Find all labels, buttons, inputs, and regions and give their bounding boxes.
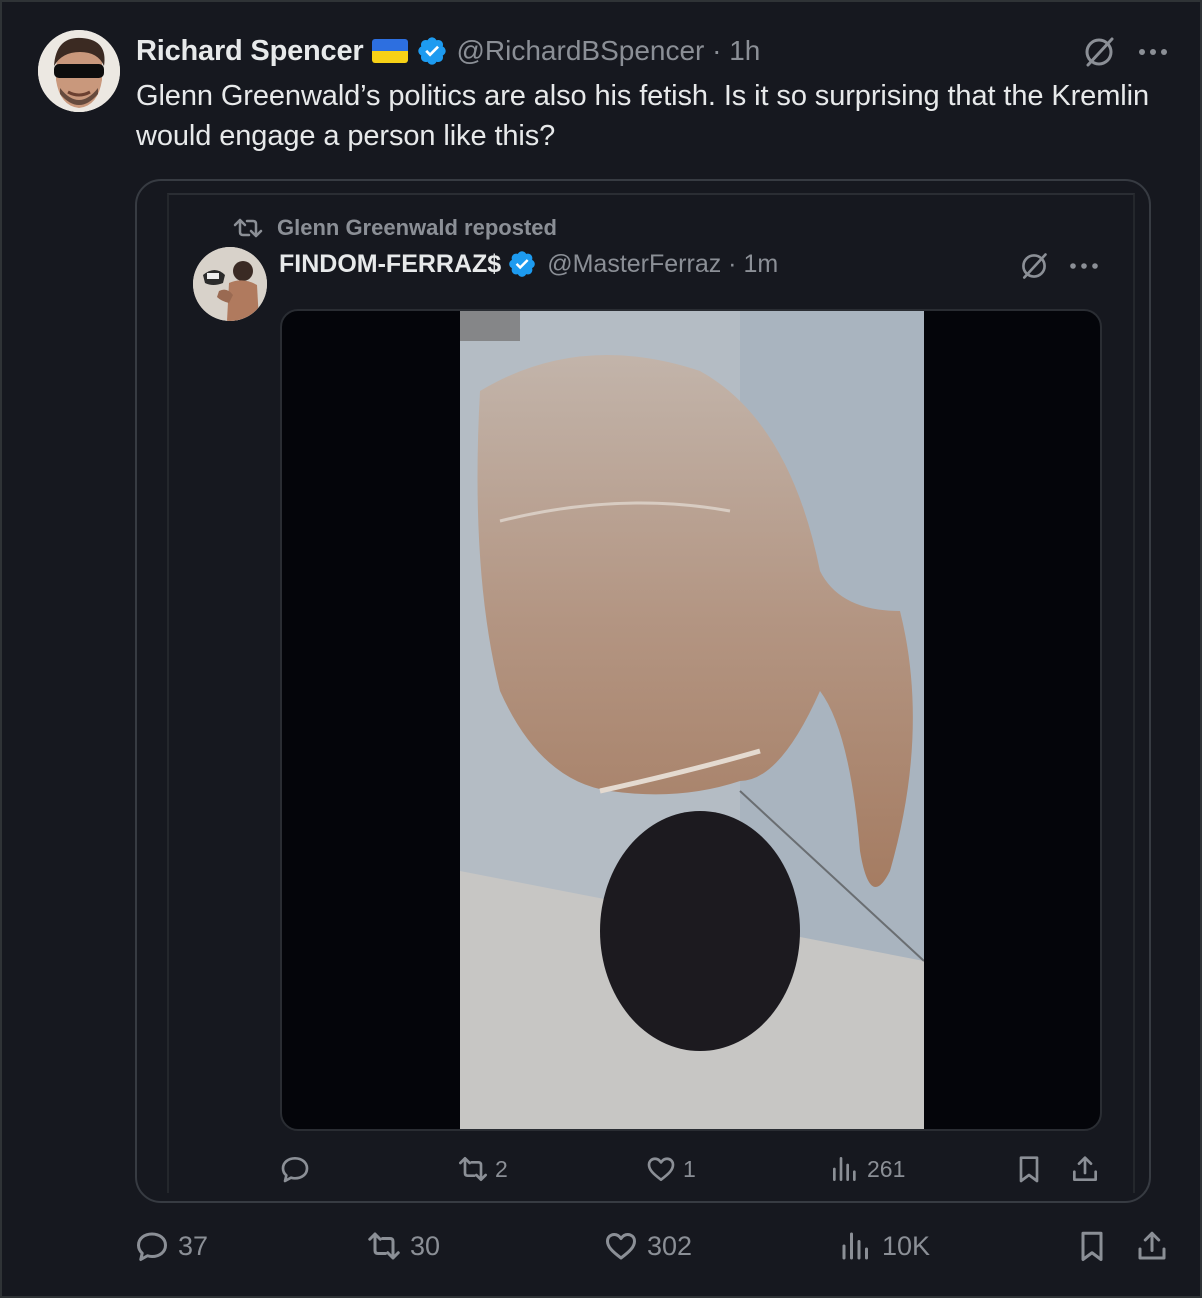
views-count: 10K xyxy=(882,1230,931,1261)
author-name[interactable]: Richard Spencer xyxy=(136,35,364,68)
verified-badge-icon[interactable] xyxy=(416,35,448,67)
repost-label: Glenn Greenwald reposted xyxy=(277,215,557,240)
share-button[interactable] xyxy=(1134,1228,1170,1264)
bookmark-button[interactable] xyxy=(1074,1228,1110,1264)
tweet-header: Richard Spencer @RichardBSpencer · 1h xyxy=(136,32,760,70)
reply-icon xyxy=(137,1232,167,1261)
quoted-more-options-icon[interactable] xyxy=(1067,257,1101,275)
more-options-icon[interactable] xyxy=(1136,42,1170,62)
author-avatar-image xyxy=(38,30,120,112)
like-heart-icon xyxy=(647,1157,675,1181)
quoted-reply-button[interactable] xyxy=(279,1153,311,1185)
bookmark-icon xyxy=(1081,1231,1103,1261)
author-handle-time[interactable]: @RichardBSpencer · 1h xyxy=(456,35,760,67)
quoted-grok-icon[interactable] xyxy=(1019,251,1049,281)
quoted-post[interactable]: Glenn Greenwald reposted FINDOM-FERRAZ$ … xyxy=(135,179,1151,1203)
quoted-header: FINDOM-FERRAZ$ @MasterFerraz · 1m xyxy=(279,249,778,279)
quoted-author-avatar[interactable] xyxy=(193,247,267,321)
quoted-repost-count: 2 xyxy=(495,1155,508,1182)
reply-button[interactable]: 37 xyxy=(134,1228,208,1264)
quoted-like-button[interactable]: 1 xyxy=(645,1153,696,1185)
reply-count: 37 xyxy=(178,1230,209,1261)
quoted-views-count: 261 xyxy=(867,1155,906,1182)
share-upload-icon xyxy=(1138,1231,1166,1260)
quoted-like-count: 1 xyxy=(683,1155,696,1182)
views-chart-icon xyxy=(842,1232,868,1260)
quoted-views-button[interactable]: 261 xyxy=(829,1153,905,1185)
repost-context[interactable]: Glenn Greenwald reposted xyxy=(233,215,557,241)
grok-icon[interactable] xyxy=(1082,35,1116,69)
quoted-share-button[interactable] xyxy=(1069,1153,1101,1185)
quoted-video[interactable] xyxy=(280,309,1102,1131)
repost-button[interactable]: 30 xyxy=(366,1228,440,1264)
repost-small-icon xyxy=(233,218,263,238)
like-button[interactable]: 302 xyxy=(603,1228,692,1264)
video-frame xyxy=(460,311,924,1129)
tweet-text: Glenn Greenwald’s politics are also his … xyxy=(136,80,1149,152)
author-avatar[interactable] xyxy=(38,30,120,112)
video-still-image xyxy=(460,311,924,1129)
bookmark-icon xyxy=(1019,1156,1039,1183)
tweet-card[interactable]: Richard Spencer @RichardBSpencer · 1h Gl… xyxy=(0,0,1202,1298)
quoted-repost-button[interactable]: 2 xyxy=(457,1153,508,1185)
share-upload-icon xyxy=(1073,1156,1097,1181)
quoted-author-name[interactable]: FINDOM-FERRAZ$ xyxy=(279,250,501,279)
views-chart-icon xyxy=(833,1157,856,1181)
quoted-bookmark-button[interactable] xyxy=(1013,1153,1045,1185)
quoted-verified-badge-icon[interactable] xyxy=(507,249,537,279)
ukraine-flag-icon xyxy=(372,39,409,63)
quoted-author-avatar-image xyxy=(193,247,267,321)
repost-icon xyxy=(459,1157,487,1181)
reply-icon xyxy=(281,1157,309,1183)
like-heart-icon xyxy=(606,1232,636,1260)
repost-icon xyxy=(368,1232,400,1260)
views-button[interactable]: 10K xyxy=(838,1228,930,1264)
quoted-handle-time[interactable]: @MasterFerraz · 1m xyxy=(547,250,778,279)
repost-count: 30 xyxy=(410,1230,441,1261)
like-count: 302 xyxy=(647,1230,693,1261)
